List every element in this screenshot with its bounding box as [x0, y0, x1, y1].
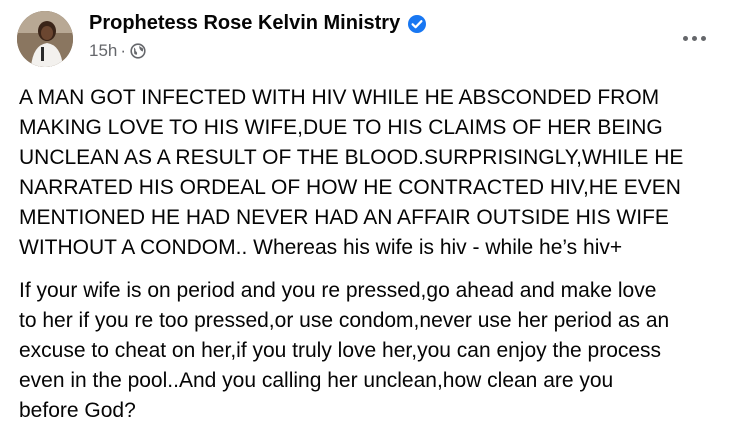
more-dot: [700, 35, 706, 41]
author-name-text[interactable]: Prophetess Rose Kelvin Ministry: [89, 12, 400, 35]
post-text-paragraph: If your wife is on period and you re pre…: [19, 279, 670, 422]
meta-separator: ·: [120, 41, 127, 60]
post-meta: 15h ·: [89, 41, 146, 61]
more-dot: [682, 35, 688, 41]
post-timestamp[interactable]: 15h: [89, 41, 117, 61]
post-text-paragraph: A MAN GOT INFECTED WITH HIV WHILE HE ABS…: [19, 86, 684, 259]
globe-icon[interactable]: [130, 43, 146, 59]
more-dot: [691, 35, 697, 41]
facebook-post: Prophetess Rose Kelvin Ministry 15h · A …: [0, 0, 739, 438]
author-name[interactable]: Prophetess Rose Kelvin Ministry: [89, 12, 427, 35]
author-avatar[interactable]: [17, 11, 73, 67]
verified-badge-icon: [407, 14, 427, 34]
more-options-icon[interactable]: [674, 24, 714, 52]
